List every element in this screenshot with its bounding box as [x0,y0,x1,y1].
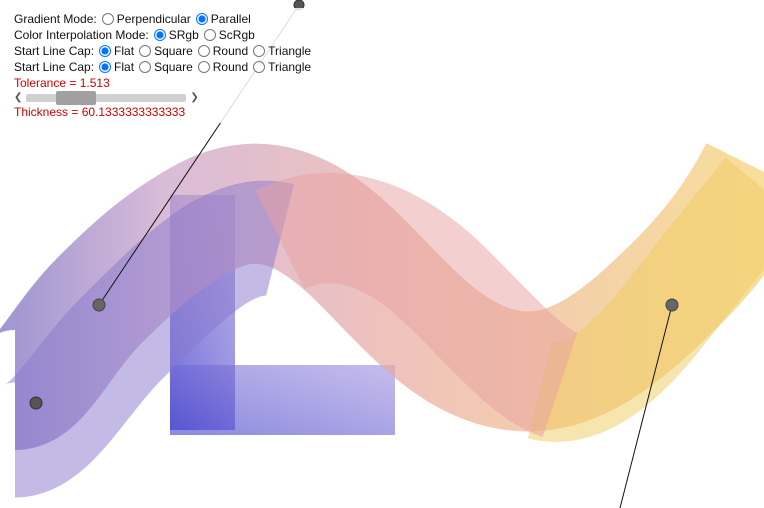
start-line-cap-label: Start Line Cap: [14,44,94,58]
gradient-perpendicular-text: Perpendicular [117,12,191,26]
start-square-label[interactable]: Square [139,44,193,58]
start-flat-label[interactable]: Flat [99,44,134,58]
end-triangle-label[interactable]: Triangle [253,60,311,74]
start-square-radio[interactable] [139,45,151,57]
gradient-perpendicular-radio[interactable] [102,13,114,25]
start-round-text: Round [213,44,248,58]
scrgb-label[interactable]: ScRgb [204,28,255,42]
end-round-text: Round [213,60,248,74]
end-triangle-text: Triangle [268,60,311,74]
tolerance-slider-track[interactable] [26,94,186,102]
thickness-label: Thickness = 60.1333333333333 [14,105,185,119]
end-flat-text: Flat [114,60,134,74]
start-triangle-radio[interactable] [253,45,265,57]
end-square-text: Square [154,60,193,74]
gradient-parallel-radio[interactable] [196,13,208,25]
start-flat-text: Flat [114,44,134,58]
tolerance-left-arrow[interactable]: ❮ [14,92,22,103]
end-flat-radio[interactable] [99,61,111,73]
start-round-radio[interactable] [198,45,210,57]
end-square-label[interactable]: Square [139,60,193,74]
scrgb-text: ScRgb [219,28,255,42]
canvas-area: Gradient Mode: Perpendicular Parallel Co… [0,0,764,508]
gradient-parallel-label[interactable]: Parallel [196,12,251,26]
srgb-radio[interactable] [154,29,166,41]
start-triangle-text: Triangle [268,44,311,58]
start-square-text: Square [154,44,193,58]
tolerance-right-arrow[interactable]: ❯ [190,92,198,103]
scrgb-radio[interactable] [204,29,216,41]
end-round-radio[interactable] [198,61,210,73]
end-triangle-radio[interactable] [253,61,265,73]
start-flat-radio[interactable] [99,45,111,57]
tolerance-slider-thumb[interactable] [56,91,96,105]
controls-panel: Gradient Mode: Perpendicular Parallel Co… [8,8,317,123]
start-triangle-label[interactable]: Triangle [253,44,311,58]
end-line-cap-row: Start Line Cap: Flat Square Round Triang… [14,60,311,74]
gradient-mode-row: Gradient Mode: Perpendicular Parallel [14,12,311,26]
tolerance-row: Tolerance = 1.513 [14,76,311,90]
gradient-mode-label: Gradient Mode: [14,12,97,26]
end-round-label[interactable]: Round [198,60,248,74]
control-point-3[interactable] [30,397,42,409]
gradient-perpendicular-label[interactable]: Perpendicular [102,12,191,26]
control-point-2[interactable] [93,299,105,311]
start-line-cap-row: Start Line Cap: Flat Square Round Triang… [14,44,311,58]
end-flat-label[interactable]: Flat [99,60,134,74]
control-point-4[interactable] [666,299,678,311]
end-line-cap-label: Start Line Cap: [14,60,94,74]
color-interp-row: Color Interpolation Mode: SRgb ScRgb [14,28,311,42]
color-interp-label: Color Interpolation Mode: [14,28,149,42]
tolerance-slider-container: ❮ ❯ [14,92,311,103]
tolerance-label: Tolerance = 1.513 [14,76,110,90]
srgb-text: SRgb [169,28,199,42]
thickness-row: Thickness = 60.1333333333333 [14,105,311,119]
srgb-label[interactable]: SRgb [154,28,199,42]
gradient-parallel-text: Parallel [211,12,251,26]
start-round-label[interactable]: Round [198,44,248,58]
end-square-radio[interactable] [139,61,151,73]
